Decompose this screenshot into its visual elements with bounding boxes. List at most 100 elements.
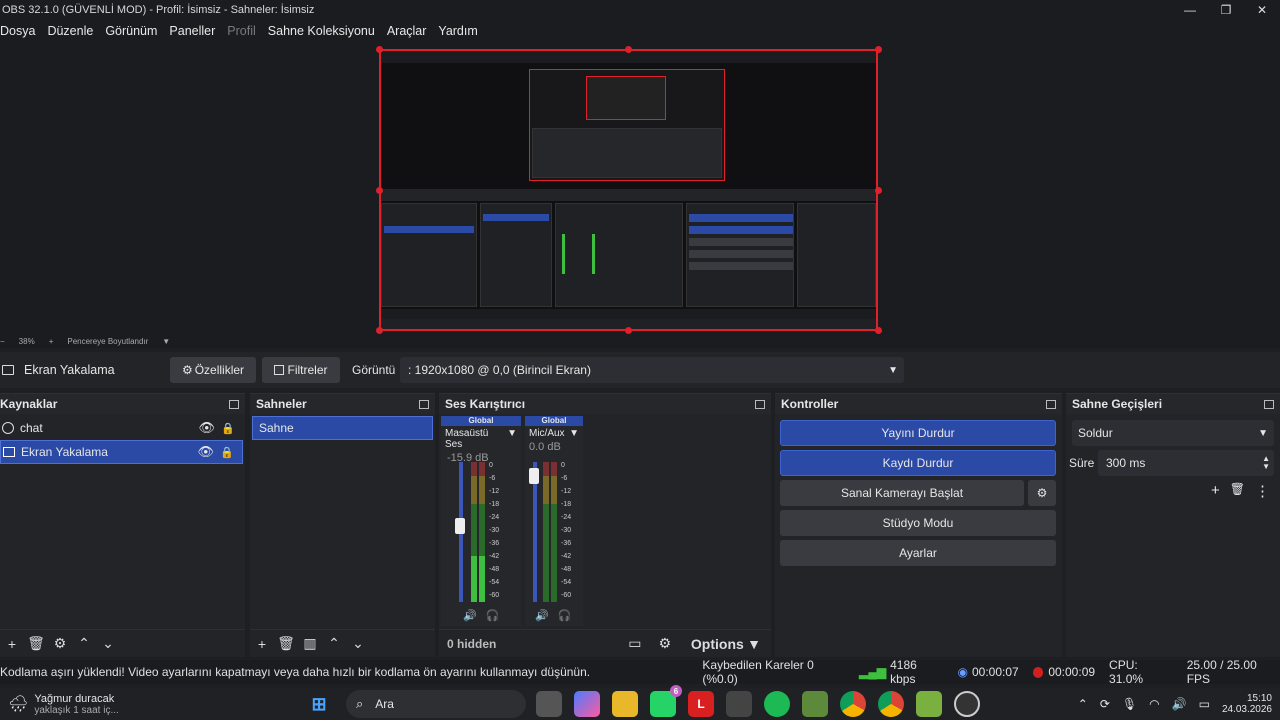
resize-handle[interactable] <box>875 46 882 53</box>
mixer-options-button[interactable]: Options ▼ <box>691 636 761 652</box>
zoom-out-button[interactable]: − <box>0 337 5 346</box>
filters-button[interactable]: Filtreler <box>262 357 340 383</box>
spin-arrows-icon[interactable]: ▲ ▼ <box>1262 455 1270 471</box>
speaker-icon[interactable]: 🔊 <box>463 610 477 622</box>
chevron-down-icon[interactable]: ⌄ <box>346 635 370 652</box>
wifi-icon[interactable]: ◠ <box>1149 697 1159 711</box>
filter-icon[interactable]: ▥ <box>298 635 322 652</box>
undock-icon[interactable] <box>229 399 239 409</box>
undock-icon[interactable] <box>755 399 765 409</box>
file-explorer-icon[interactable] <box>612 691 638 717</box>
maximize-button[interactable]: ❐ <box>1208 0 1244 20</box>
obs-icon[interactable] <box>954 691 980 717</box>
source-item-chat[interactable]: chat 👁 🔒 <box>0 416 243 440</box>
settings-icon[interactable]: ⚙ <box>653 635 677 652</box>
chevron-down-icon[interactable]: ▼ <box>162 337 170 346</box>
preview-canvas[interactable] <box>379 49 878 331</box>
scene-item-sahne[interactable]: Sahne <box>252 416 433 440</box>
chevron-up-icon[interactable]: ⌃ <box>1078 697 1088 711</box>
more-icon[interactable]: ⋮ <box>1255 482 1270 500</box>
volume-slider[interactable] <box>529 462 539 602</box>
layout-icon[interactable]: ▭ <box>623 635 647 652</box>
resize-handle[interactable] <box>875 187 882 194</box>
add-icon[interactable]: + <box>0 636 24 652</box>
resize-handle[interactable] <box>625 46 632 53</box>
battery-icon[interactable]: ▭ <box>1199 697 1210 711</box>
eye-icon[interactable]: 👁 <box>198 420 215 436</box>
resize-handle[interactable] <box>376 187 383 194</box>
game-icon[interactable] <box>916 691 942 717</box>
minimize-button[interactable]: — <box>1172 0 1208 20</box>
virtual-camera-settings-button[interactable]: ⚙ <box>1028 480 1056 506</box>
add-icon[interactable]: + <box>250 636 274 652</box>
lock-icon[interactable]: 🔒 <box>221 422 235 435</box>
start-virtual-camera-button[interactable]: Sanal Kamerayı Başlat <box>780 480 1024 506</box>
weather-widget[interactable]: 🌧 Yağmur duracak yaklaşık 1 saat iç... <box>0 693 300 716</box>
settings-button[interactable]: Ayarlar <box>780 540 1056 566</box>
trash-icon[interactable]: 🗑 <box>24 635 48 652</box>
headphones-icon[interactable]: 🎧 <box>558 610 572 622</box>
close-button[interactable]: ✕ <box>1244 0 1280 20</box>
clock[interactable]: 15:10 24.03.2026 <box>1222 693 1272 715</box>
zoom-fit-select[interactable]: Pencereye Boyutlandır <box>67 337 148 346</box>
minecraft-icon[interactable] <box>802 691 828 717</box>
spotify-icon[interactable] <box>764 691 790 717</box>
resize-handle[interactable] <box>376 46 383 53</box>
lock-icon[interactable]: 🔒 <box>220 446 234 459</box>
volume-slider[interactable] <box>455 462 465 602</box>
resize-handle[interactable] <box>875 327 882 334</box>
menu-file[interactable]: Dosya <box>0 24 41 38</box>
display-select[interactable]: : 1920x1080 @ 0,0 (Birincil Ekran) ▼ <box>400 357 904 383</box>
volume-icon[interactable]: 🔊 <box>1172 697 1187 711</box>
task-view-icon[interactable] <box>536 691 562 717</box>
microphone-icon[interactable]: 🎙 <box>1122 697 1137 711</box>
taskbar-search[interactable]: ⌕ Ara <box>346 690 526 718</box>
rain-cloud-icon: 🌧 <box>8 696 29 713</box>
trash-icon[interactable]: 🗑 <box>274 635 298 652</box>
gear-icon[interactable]: ⚙ <box>48 635 72 652</box>
studio-mode-button[interactable]: Stüdyo Modu <box>780 510 1056 536</box>
undock-icon[interactable] <box>1046 399 1056 409</box>
headphones-icon[interactable]: 🎧 <box>486 610 500 622</box>
stop-stream-button[interactable]: Yayını Durdur <box>780 420 1056 446</box>
volume-knob[interactable] <box>455 517 465 534</box>
properties-button[interactable]: ⚙ Özellikler <box>170 357 256 383</box>
trash-icon[interactable]: 🗑 <box>1230 482 1245 500</box>
browser-icon[interactable] <box>878 691 904 717</box>
chevron-up-icon[interactable]: ⌃ <box>322 635 346 652</box>
channel-name-select[interactable]: Masaüstü Ses ▼ <box>441 426 521 452</box>
chevron-down-icon[interactable]: ⌄ <box>96 635 120 652</box>
source-item-screen-capture[interactable]: Ekran Yakalama 👁 🔒 <box>0 440 243 464</box>
windows-start-icon[interactable]: ⊞ <box>306 691 332 717</box>
menu-docks[interactable]: Paneller <box>163 24 221 38</box>
eye-icon[interactable]: 👁 <box>197 444 214 460</box>
speaker-icon[interactable]: 🔊 <box>535 610 549 622</box>
gear-icon: ⚙ <box>181 363 193 377</box>
add-icon[interactable]: + <box>1211 482 1220 500</box>
resize-handle[interactable] <box>625 327 632 334</box>
calculator-icon[interactable] <box>726 691 752 717</box>
whatsapp-icon[interactable]: 6 <box>650 685 682 717</box>
menu-scene-collection[interactable]: Sahne Koleksiyonu <box>262 24 381 38</box>
volume-knob[interactable] <box>529 468 539 485</box>
app-l-icon[interactable]: L <box>688 691 714 717</box>
menu-profile[interactable]: Profil <box>221 24 261 38</box>
menu-view[interactable]: Görünüm <box>99 24 163 38</box>
monitor-icon <box>2 365 14 375</box>
menu-help[interactable]: Yardım <box>432 24 483 38</box>
channel-name-select[interactable]: Mic/Aux ▼ <box>525 426 583 441</box>
chevron-up-icon[interactable]: ⌃ <box>72 635 96 652</box>
copilot-icon[interactable] <box>574 691 600 717</box>
menu-tools[interactable]: Araçlar <box>381 24 433 38</box>
hidden-count[interactable]: 0 hidden <box>439 637 496 651</box>
duration-spinbox[interactable]: 300 ms ▲ ▼ <box>1098 450 1274 476</box>
chrome-icon[interactable] <box>840 691 866 717</box>
resize-handle[interactable] <box>376 327 383 334</box>
undock-icon[interactable] <box>419 399 429 409</box>
transition-select[interactable]: Soldur ▼ <box>1072 420 1274 446</box>
undock-icon[interactable] <box>1264 399 1274 409</box>
sync-icon[interactable]: ⟳ <box>1100 697 1110 711</box>
menu-edit[interactable]: Düzenle <box>41 24 99 38</box>
stop-record-button[interactable]: Kaydı Durdur <box>780 450 1056 476</box>
zoom-in-button[interactable]: + <box>49 337 54 346</box>
